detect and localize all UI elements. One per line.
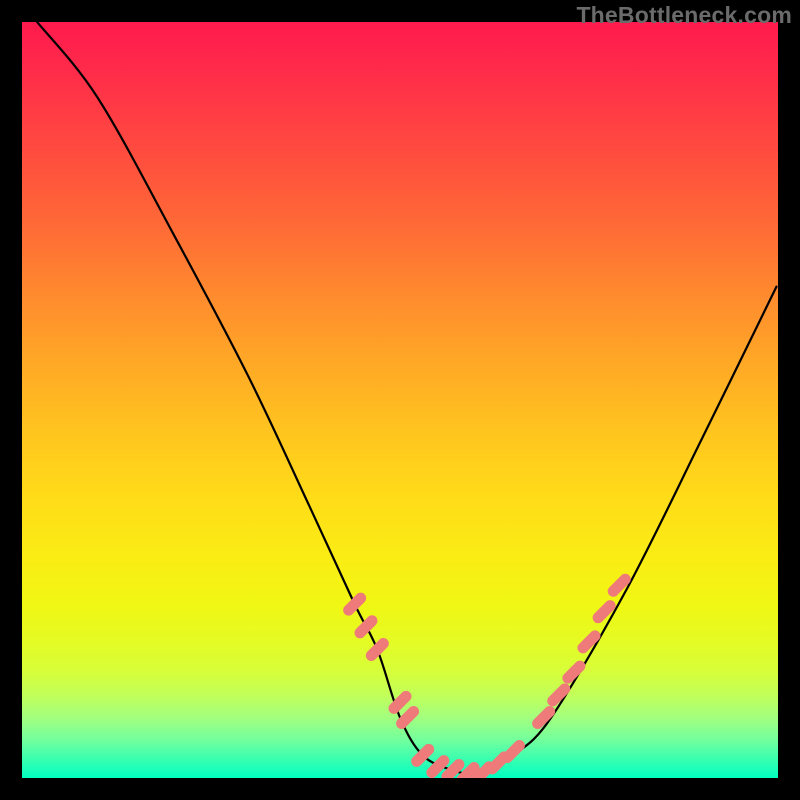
marker-dot — [402, 712, 414, 724]
marker-dot — [598, 606, 610, 618]
marker-dot — [583, 636, 595, 648]
marker-dot — [394, 696, 406, 708]
watermark: TheBottleneck.com — [576, 2, 792, 29]
marker-dot — [349, 598, 361, 610]
plot-area — [22, 22, 778, 778]
marker-dot — [371, 643, 383, 655]
highlight-dots — [349, 579, 626, 778]
marker-dot — [613, 579, 625, 591]
bottleneck-curve — [37, 22, 776, 774]
chart-svg — [22, 22, 778, 778]
marker-dot — [507, 746, 519, 758]
marker-dot — [360, 621, 372, 633]
chart-container: TheBottleneck.com — [0, 0, 800, 800]
marker-dot — [447, 764, 459, 776]
